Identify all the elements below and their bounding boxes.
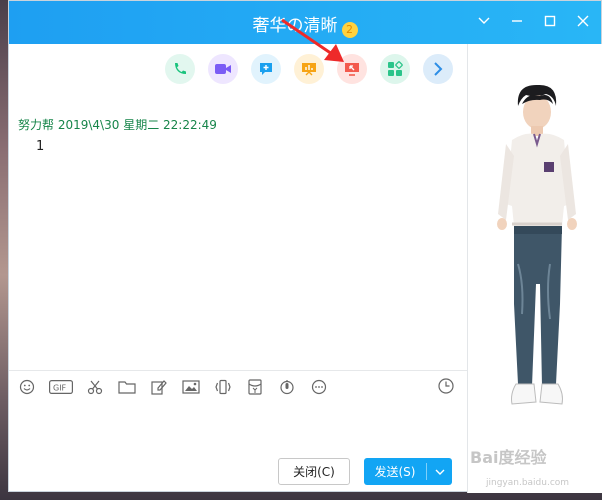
image-icon[interactable] [181,377,201,397]
watermark-url: jingyan.baidu.com [486,478,570,488]
more-icon[interactable] [309,377,329,397]
red-annotation-arrow [281,18,344,62]
chat-add-icon [260,63,272,75]
input-toolbar: GIF [17,377,341,397]
message-timestamp: 2019\4\30 星期二 22:22:49 [57,118,217,132]
maximize-icon[interactable] [542,13,558,29]
folder-icon[interactable] [117,377,137,397]
new-chat-button[interactable] [251,54,281,84]
message-header: 努力帮 2019\4\30 星期二 22:22:49 [18,116,217,133]
apps-icon [388,61,403,76]
avatar-side-panel [467,44,602,493]
window-controls [476,13,591,29]
send-options-dropdown[interactable] [427,469,452,475]
chat-main-panel: 努力帮 2019\4\30 星期二 22:22:49 1 GIF 关闭(C) 发… [9,44,467,493]
voice-icon[interactable] [277,377,297,397]
send-button-label: 发送(S) [374,465,416,479]
video-icon [215,64,231,74]
scissors-icon[interactable] [85,377,105,397]
chat-window: 奢华の清晰 2 努力帮 2019\4\30 星期二 22:22:49 1 GIF… [8,0,602,493]
red-packet-icon[interactable] [245,377,265,397]
message-body: 1 [36,139,45,154]
history-clock-icon[interactable] [437,377,457,397]
avatar-figure [497,84,577,405]
chevron-down-icon [435,469,444,475]
svg-text:GIF: GIF [53,384,67,393]
send-button[interactable]: 发送(S) [364,458,452,485]
voice-call-button[interactable] [165,54,195,84]
watermark-logo: Bai度经验 [470,448,547,467]
gif-icon[interactable]: GIF [49,377,73,397]
phone-icon [175,63,186,74]
input-divider [9,370,467,371]
message-sender: 努力帮 [18,118,55,132]
close-button[interactable]: 关闭(C) [278,458,350,485]
close-icon[interactable] [575,13,591,29]
image-edit-icon[interactable] [149,377,169,397]
chevron-down-icon[interactable] [476,13,492,29]
chevron-right-icon [434,62,443,76]
shake-icon[interactable] [213,377,233,397]
minimize-icon[interactable] [509,13,525,29]
video-call-button[interactable] [208,54,238,84]
more-tools-button[interactable] [423,54,453,84]
apps-button[interactable] [380,54,410,84]
emoji-icon[interactable] [17,377,37,397]
